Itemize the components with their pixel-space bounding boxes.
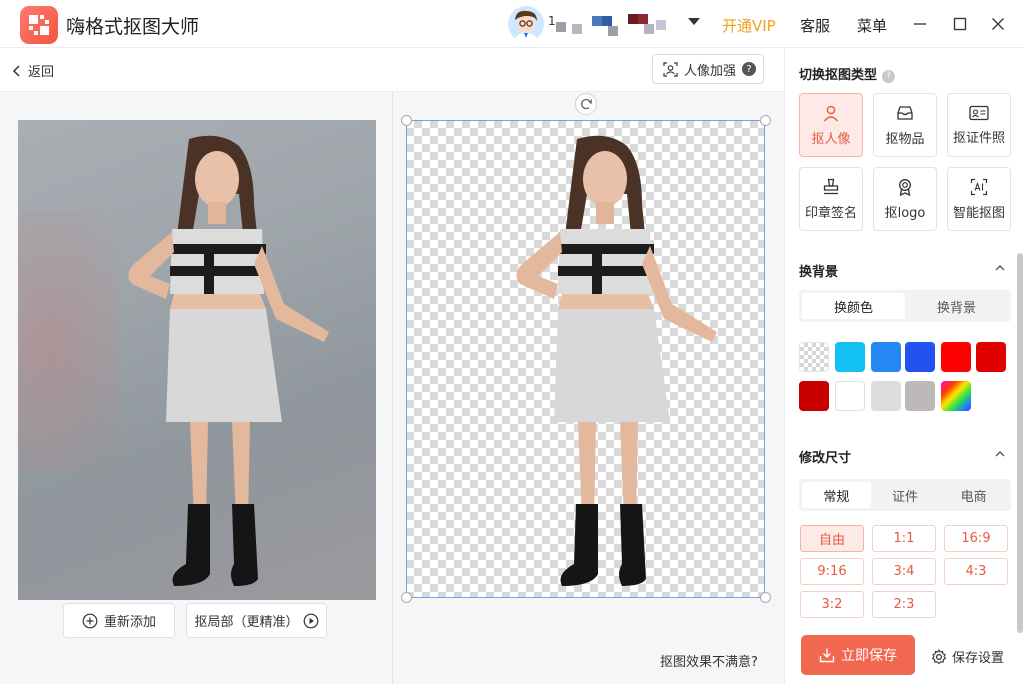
color-swatch-white[interactable]	[835, 381, 865, 411]
plus-circle-icon	[82, 613, 98, 628]
color-swatch-red[interactable]	[941, 342, 971, 372]
background-tabs: 换颜色 换背景	[799, 290, 1011, 322]
original-photo	[18, 120, 376, 600]
vip-link[interactable]: 开通VIP	[722, 15, 776, 36]
stamp-icon	[823, 178, 839, 194]
type-stamp-button[interactable]: 印章签名	[799, 167, 863, 231]
readd-label: 重新添加	[103, 615, 156, 630]
app-logo	[20, 6, 58, 44]
resize-handle-top-left[interactable]	[401, 115, 412, 126]
ai-icon	[970, 178, 988, 195]
color-swatch-transparent[interactable]	[799, 342, 829, 372]
person-icon	[823, 105, 839, 121]
color-swatch-dark-red[interactable]	[976, 342, 1006, 372]
local-cutout-label: 抠局部（更精准）	[194, 615, 299, 630]
background-section-title: 换背景	[799, 265, 839, 280]
app-title: 嗨格式抠图大师	[66, 16, 200, 38]
type-label: 抠logo	[884, 205, 926, 221]
cutout-type-title: 切换抠图类型	[799, 68, 878, 83]
resize-handle-top-right[interactable]	[760, 115, 771, 126]
badge-icon	[899, 178, 911, 196]
type-smart-button[interactable]: 智能抠图	[947, 167, 1011, 231]
editor-toolbar: 返回 人像加强 ?	[0, 48, 784, 92]
rotate-handle[interactable]	[575, 93, 597, 115]
tab-change-color[interactable]: 换颜色	[802, 293, 905, 319]
ratio-free[interactable]: 自由	[800, 525, 864, 552]
readd-image-button[interactable]: 重新添加	[63, 603, 175, 638]
color-swatch-blue[interactable]	[905, 342, 935, 372]
type-logo-button[interactable]: 抠logo	[873, 167, 937, 231]
download-icon	[819, 648, 835, 663]
ratio-9-16[interactable]: 9:16	[800, 558, 864, 585]
id-card-icon	[969, 105, 989, 120]
username-masked[interactable]: 1	[548, 12, 680, 38]
sidebar-scrollbar[interactable]	[1017, 253, 1023, 633]
ratio-3-2[interactable]: 3:2	[800, 591, 864, 618]
type-label: 抠证件照	[952, 130, 1005, 146]
color-swatch-crimson[interactable]	[799, 381, 829, 411]
customer-service-link[interactable]: 客服	[800, 15, 830, 36]
save-now-label: 立即保存	[841, 648, 897, 664]
chevron-left-icon	[12, 64, 20, 77]
close-button[interactable]	[988, 14, 1008, 34]
resize-handle-bottom-left[interactable]	[401, 592, 412, 603]
portrait-enhance-label: 人像加强	[684, 63, 737, 79]
type-label: 印章签名	[804, 205, 857, 221]
tab-id-photo[interactable]: 证件	[871, 482, 940, 508]
username-fragment: 1	[548, 14, 556, 28]
person-figure	[128, 135, 329, 586]
cutout-type-section: 切换抠图类型?	[799, 64, 896, 83]
account-dropdown-arrow[interactable]	[688, 18, 700, 25]
color-swatch-light-blue[interactable]	[871, 342, 901, 372]
color-swatch-gray[interactable]	[905, 381, 935, 411]
save-settings-label: 保存设置	[952, 651, 1005, 666]
menu-link[interactable]: 菜单	[857, 15, 887, 36]
tab-change-background[interactable]: 换背景	[905, 293, 1008, 319]
selection-box[interactable]	[406, 120, 765, 598]
gear-icon	[931, 648, 947, 664]
ratio-16-9[interactable]: 16:9	[944, 525, 1008, 552]
maximize-button[interactable]	[950, 14, 970, 34]
face-scan-icon	[663, 61, 678, 77]
color-swatch-custom-gradient[interactable]	[941, 381, 971, 411]
minimize-icon	[914, 23, 926, 25]
ratio-4-3[interactable]: 4:3	[944, 558, 1008, 585]
size-tabs: 常规 证件 电商	[799, 479, 1011, 511]
save-settings-button[interactable]: 保存设置	[931, 647, 1004, 666]
local-cutout-button[interactable]: 抠局部（更精准）	[186, 603, 327, 638]
ratio-1-1[interactable]: 1:1	[872, 525, 936, 552]
ratio-3-4[interactable]: 3:4	[872, 558, 936, 585]
settings-sidebar: 切换抠图类型? 抠人像 抠物品 抠证件照 印章签名 抠logo 智能抠图 换背景…	[784, 48, 1024, 684]
user-avatar[interactable]	[508, 6, 544, 42]
minimize-button[interactable]	[910, 14, 930, 34]
play-circle-icon	[303, 613, 318, 628]
box-icon	[897, 105, 913, 120]
size-section-title: 修改尺寸	[799, 451, 852, 466]
resize-handle-bottom-right[interactable]	[760, 592, 771, 603]
type-portrait-button[interactable]: 抠人像	[799, 93, 863, 157]
back-button[interactable]: 返回	[12, 61, 54, 80]
tab-regular[interactable]: 常规	[802, 482, 871, 508]
type-label: 抠物品	[885, 131, 925, 147]
help-icon[interactable]: ?	[882, 69, 896, 83]
ratio-2-3[interactable]: 2:3	[872, 591, 936, 618]
maximize-icon	[953, 17, 967, 31]
close-icon	[992, 18, 1004, 30]
type-id-photo-button[interactable]: 抠证件照	[947, 93, 1011, 157]
color-swatch-light-gray[interactable]	[871, 381, 901, 411]
help-icon[interactable]: ?	[742, 62, 757, 76]
type-object-button[interactable]: 抠物品	[873, 93, 937, 157]
rotate-icon	[580, 98, 593, 110]
portrait-enhance-button[interactable]: 人像加强 ?	[652, 54, 764, 84]
color-swatch-cyan[interactable]	[835, 342, 865, 372]
title-bar: 嗨格式抠图大师 1 开通VIP 客服 菜单	[0, 0, 1024, 48]
type-label: 智能抠图	[952, 205, 1005, 221]
tab-ecommerce[interactable]: 电商	[939, 482, 1008, 508]
chevron-up-icon[interactable]	[995, 449, 1005, 459]
type-label: 抠人像	[811, 131, 851, 147]
chevron-up-icon[interactable]	[995, 263, 1005, 273]
back-label: 返回	[28, 65, 55, 80]
save-now-button[interactable]: 立即保存	[801, 635, 915, 675]
unsatisfied-link[interactable]: 抠图效果不满意?	[660, 651, 758, 670]
